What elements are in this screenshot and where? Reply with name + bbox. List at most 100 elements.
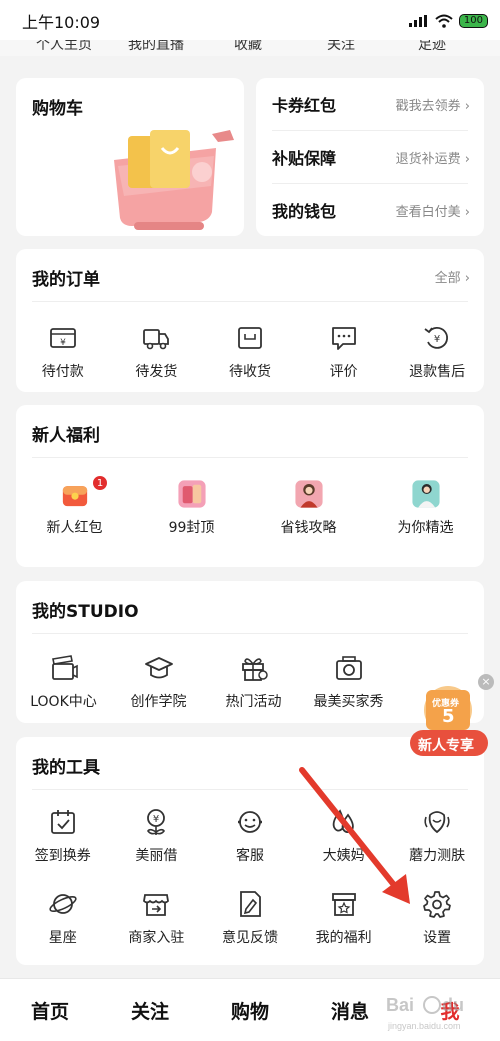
svg-text:Bai: Bai (386, 995, 414, 1015)
tool-label: 客服 (235, 848, 264, 864)
tool-label: 意见反馈 (221, 930, 278, 946)
signal-icon (408, 15, 427, 27)
profile-links: 个人主页 我的直播 收藏 关注 足迹 (0, 40, 500, 56)
order-label: 待付款 (41, 364, 84, 380)
welfare-label: 99封顶 (168, 520, 215, 536)
promo-99-thumbnail (177, 480, 206, 508)
tool-label: 美丽借 (135, 848, 178, 864)
package-icon (238, 327, 262, 349)
tool-checkin[interactable]: 签到换券 (16, 807, 110, 865)
battery-indicator: 100 (458, 14, 488, 28)
close-icon[interactable]: × (478, 674, 494, 690)
clapper-icon (51, 655, 78, 680)
link-live[interactable]: 我的直播 (128, 40, 184, 54)
graduation-cap-icon (144, 657, 173, 679)
welfare-99-cap[interactable]: 99封顶 (133, 479, 250, 537)
tool-skin-test[interactable]: 蘑力测肤 (390, 807, 484, 865)
gift-box-icon (331, 893, 356, 916)
orders-all-link[interactable]: 全部 › (435, 267, 470, 286)
subsidy-link-text: 退货补运费 (395, 151, 461, 167)
welfare-picks[interactable]: 为你精选 (367, 479, 484, 537)
red-packet-badge: 1 (92, 475, 108, 491)
studio-buyer-show[interactable]: 最美买家秀 (301, 653, 396, 711)
truck-icon (143, 329, 170, 350)
tool-label: 我的福利 (315, 930, 372, 946)
tool-merchant-join[interactable]: 商家入驻 (110, 889, 204, 947)
subsidy-link: 退货补运费 › (395, 151, 470, 167)
coupon-row[interactable]: 卡券红包 戳我去领券 › (272, 78, 470, 130)
studio-events[interactable]: 热门活动 (206, 653, 301, 711)
wifi-icon (435, 14, 453, 28)
coupon-badge-amount: 5 (442, 706, 455, 727)
subsidy-row[interactable]: 补贴保障 退货补运费 › (272, 131, 470, 183)
tool-settings[interactable]: 设置 (390, 889, 484, 947)
cart-title: 购物车 (32, 99, 83, 119)
tool-feedback[interactable]: 意见反馈 (203, 889, 297, 947)
coupon-link-text: 戳我去领券 (395, 98, 461, 114)
tools-row-2: 星座 商家入驻 意见反馈 我的福利 设置 (16, 889, 484, 947)
order-to-receive[interactable]: 待收货 (203, 323, 297, 381)
link-footprint[interactable]: 足迹 (418, 40, 446, 54)
order-refund[interactable]: ¥ 退款售后 (390, 323, 484, 381)
studio-academy[interactable]: 创作学院 (111, 653, 206, 711)
gear-icon (423, 891, 452, 918)
svg-text:jingyan.baidu.com: jingyan.baidu.com (387, 1021, 461, 1031)
order-to-ship[interactable]: 待发货 (110, 323, 204, 381)
order-label: 待发货 (135, 364, 178, 380)
welfare-row: 1 新人红包 99封顶 省钱攻略 为你精选 (16, 475, 484, 537)
svg-text:¥: ¥ (60, 338, 66, 348)
refund-icon: ¥ (424, 327, 449, 349)
nav-shopping[interactable]: 购物 (200, 997, 300, 1024)
tool-customer-service[interactable]: 客服 (203, 807, 297, 865)
tool-beauty-loan[interactable]: ¥ 美丽借 (110, 807, 204, 865)
order-label: 待收货 (228, 364, 271, 380)
calendar-check-icon (50, 810, 75, 834)
divider (32, 633, 468, 634)
tools-card: 我的工具 签到换券 ¥ 美丽借 客服 大姨妈 蘑力测肤 星座 商家入驻 意见反馈… (16, 737, 484, 965)
divider (32, 457, 468, 458)
baidu-jingyan-watermark: Bai du jingyan.baidu.com (386, 995, 464, 1031)
picks-thumbnail (411, 480, 440, 508)
link-favorites[interactable]: 收藏 (234, 40, 262, 54)
coupon-link: 戳我去领券 › (395, 98, 470, 114)
tools-title: 我的工具 (32, 758, 100, 778)
subsidy-label: 补贴保障 (272, 149, 337, 168)
cart-card[interactable]: 购物车 (16, 78, 244, 236)
feedback-icon (240, 891, 261, 917)
svg-text:du: du (442, 995, 464, 1015)
studio-label: 热门活动 (225, 694, 282, 710)
welfare-card: 新人福利 1 新人红包 99封顶 省钱攻略 为你精选 (16, 405, 484, 567)
wallet-link-text: 查看白付美 (395, 204, 461, 220)
welfare-label: 省钱攻略 (280, 520, 337, 536)
order-label: 退款售后 (409, 364, 466, 380)
red-packet-icon (62, 486, 87, 507)
link-following[interactable]: 关注 (327, 40, 355, 54)
tool-my-benefits[interactable]: 我的福利 (297, 889, 391, 947)
planet-icon (49, 894, 77, 914)
welfare-red-packet[interactable]: 1 新人红包 (16, 475, 133, 537)
studio-title: 我的STUDIO (32, 602, 139, 622)
studio-label: LOOK中心 (30, 694, 97, 710)
tool-label: 设置 (423, 930, 452, 946)
nav-follow[interactable]: 关注 (100, 997, 200, 1024)
wallet-row[interactable]: 我的钱包 查看白付美 › (272, 184, 470, 236)
order-review[interactable]: 评价 (297, 323, 391, 381)
welfare-savings-guide[interactable]: 省钱攻略 (250, 479, 367, 537)
orders-row: ¥ 待付款 待发货 待收货 评价 ¥ 退款售后 (16, 323, 484, 381)
nav-home[interactable]: 首页 (0, 997, 100, 1024)
welfare-title: 新人福利 (32, 426, 100, 446)
studio-look-center[interactable]: LOOK中心 (16, 653, 111, 711)
tool-period[interactable]: 大姨妈 (297, 807, 391, 865)
wallet-icon: ¥ (49, 328, 76, 348)
wallet-link: 查看白付美 › (395, 204, 470, 220)
link-homepage[interactable]: 个人主页 (36, 40, 92, 54)
tool-horoscope[interactable]: 星座 (16, 889, 110, 947)
studio-row: LOOK中心 创作学院 热门活动 最美买家秀 (16, 653, 396, 711)
svg-text:¥: ¥ (153, 814, 159, 825)
order-label: 评价 (329, 364, 358, 380)
newcomer-coupon-badge[interactable]: 优惠券 5 新人专享 × (408, 674, 494, 760)
coupon-badge-text: 新人专享 (418, 738, 474, 754)
order-pending-payment[interactable]: ¥ 待付款 (16, 323, 110, 381)
welfare-label: 新人红包 (46, 520, 103, 536)
orders-all-text: 全部 (434, 271, 461, 286)
